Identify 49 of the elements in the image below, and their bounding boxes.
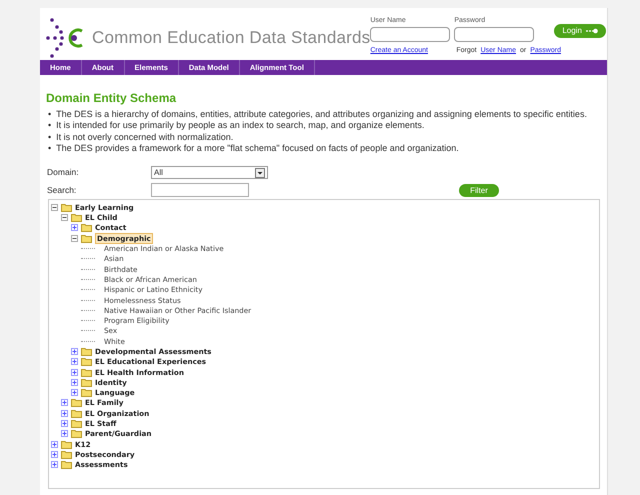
bullet-text: The DES is a hierarchy of domains, entities, attribute categories, and attributes organizing and assigning elements to specific entities. (56, 109, 587, 120)
logo-text: Common Education Data Standards (92, 27, 370, 50)
folder-icon (81, 234, 92, 243)
expand-icon[interactable] (61, 430, 68, 438)
bullet-text: It is not overly concerned with normalization. (56, 132, 234, 143)
bullet-text: The DES provides a framework for a more "flat schema" focused on facts of people and organization. (56, 142, 459, 154)
folder-icon (71, 429, 82, 438)
bullet-marker: • (48, 120, 52, 132)
expand-icon[interactable] (71, 358, 78, 366)
folder-icon (71, 408, 82, 418)
expand-icon[interactable] (71, 348, 78, 355)
expand-icon[interactable] (71, 224, 78, 232)
expand-icon[interactable] (71, 368, 78, 376)
folder-icon (81, 346, 92, 356)
collapse-icon[interactable] (71, 234, 78, 242)
bullet-marker: • (48, 109, 52, 120)
bullet-marker: • (48, 132, 52, 143)
folder-icon (81, 368, 92, 377)
folder-icon (81, 357, 92, 366)
arrow-icon (586, 28, 598, 34)
expand-icon[interactable] (71, 378, 78, 386)
page-title: Domain Entity Schema (46, 90, 178, 107)
field-label: Search: (47, 184, 78, 197)
password-field[interactable] (454, 26, 534, 42)
collapse-icon[interactable] (61, 214, 68, 222)
expand-icon[interactable] (71, 389, 78, 396)
folder-icon (81, 378, 92, 387)
collapse-icon[interactable] (51, 204, 58, 211)
folder-icon (81, 223, 92, 232)
folder-icon (61, 460, 72, 470)
folder-icon (61, 450, 72, 459)
folder-icon (61, 440, 72, 449)
folder-icon (61, 202, 72, 212)
expand-icon[interactable] (51, 440, 58, 448)
field-label: Domain: (47, 166, 80, 180)
username-field[interactable] (370, 26, 450, 42)
expand-icon[interactable] (51, 450, 58, 458)
bullet-marker: • (48, 142, 52, 154)
bullet-text: It is intended for use primarily by people as an index to search, map, and organize elements. (56, 120, 424, 132)
folder-icon (81, 388, 92, 398)
expand-icon[interactable] (51, 461, 58, 468)
expand-icon[interactable] (61, 399, 68, 406)
folder-icon (71, 398, 82, 408)
folder-icon (71, 419, 82, 428)
folder-icon (71, 213, 82, 222)
expand-icon[interactable] (61, 410, 68, 417)
domain-select[interactable]: All (151, 166, 268, 180)
search-field[interactable] (151, 183, 249, 198)
expand-icon[interactable] (61, 420, 68, 428)
